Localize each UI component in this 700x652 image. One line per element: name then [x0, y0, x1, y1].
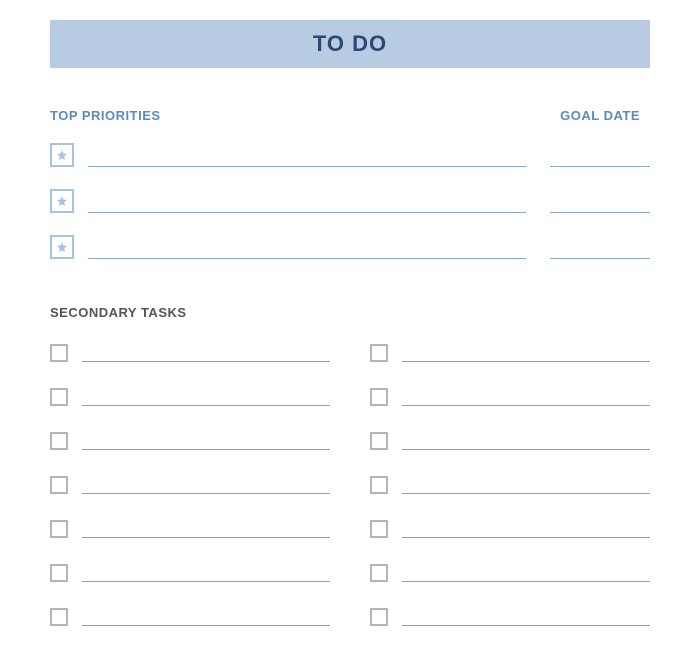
secondary-input-line[interactable]	[402, 606, 650, 626]
goal-date-input-line[interactable]	[550, 233, 650, 259]
secondary-row	[50, 430, 330, 450]
priority-input-line[interactable]	[88, 233, 526, 259]
priority-row	[50, 141, 650, 167]
secondary-input-line[interactable]	[402, 430, 650, 450]
secondary-row	[370, 518, 650, 538]
secondary-input-line[interactable]	[82, 562, 330, 582]
secondary-input-line[interactable]	[82, 430, 330, 450]
secondary-input-line[interactable]	[402, 342, 650, 362]
checkbox-icon[interactable]	[50, 476, 68, 494]
page-title: TO DO	[313, 31, 387, 57]
secondary-input-line[interactable]	[402, 518, 650, 538]
goal-date-heading: GOAL DATE	[560, 108, 650, 123]
secondary-tasks-grid	[50, 342, 650, 626]
secondary-input-line[interactable]	[82, 386, 330, 406]
secondary-input-line[interactable]	[82, 342, 330, 362]
secondary-row	[50, 342, 330, 362]
checkbox-icon[interactable]	[50, 520, 68, 538]
priority-row	[50, 233, 650, 259]
secondary-input-line[interactable]	[82, 518, 330, 538]
secondary-row	[370, 386, 650, 406]
secondary-left-column	[50, 342, 330, 626]
secondary-row	[50, 606, 330, 626]
priority-input-line[interactable]	[88, 141, 526, 167]
secondary-tasks-heading: SECONDARY TASKS	[50, 305, 650, 320]
secondary-row	[370, 342, 650, 362]
secondary-input-line[interactable]	[402, 562, 650, 582]
secondary-row	[370, 606, 650, 626]
secondary-input-line[interactable]	[402, 386, 650, 406]
checkbox-icon[interactable]	[50, 564, 68, 582]
checkbox-icon[interactable]	[50, 388, 68, 406]
secondary-row	[50, 562, 330, 582]
checkbox-icon[interactable]	[50, 344, 68, 362]
secondary-input-line[interactable]	[402, 474, 650, 494]
checkbox-icon[interactable]	[370, 520, 388, 538]
checkbox-icon[interactable]	[370, 564, 388, 582]
checkbox-icon[interactable]	[370, 344, 388, 362]
star-icon[interactable]	[50, 189, 74, 213]
checkbox-icon[interactable]	[370, 476, 388, 494]
goal-date-input-line[interactable]	[550, 141, 650, 167]
secondary-row	[50, 518, 330, 538]
top-priorities-heading: TOP PRIORITIES	[50, 108, 161, 123]
checkbox-icon[interactable]	[50, 608, 68, 626]
title-banner: TO DO	[50, 20, 650, 68]
secondary-input-line[interactable]	[82, 606, 330, 626]
star-icon[interactable]	[50, 235, 74, 259]
secondary-row	[50, 386, 330, 406]
priorities-header-row: TOP PRIORITIES GOAL DATE	[50, 108, 650, 123]
priority-row	[50, 187, 650, 213]
secondary-row	[50, 474, 330, 494]
checkbox-icon[interactable]	[50, 432, 68, 450]
secondary-row	[370, 430, 650, 450]
priority-input-line[interactable]	[88, 187, 526, 213]
priorities-list	[50, 141, 650, 259]
secondary-input-line[interactable]	[82, 474, 330, 494]
secondary-row	[370, 474, 650, 494]
secondary-row	[370, 562, 650, 582]
goal-date-input-line[interactable]	[550, 187, 650, 213]
checkbox-icon[interactable]	[370, 388, 388, 406]
secondary-right-column	[370, 342, 650, 626]
star-icon[interactable]	[50, 143, 74, 167]
checkbox-icon[interactable]	[370, 432, 388, 450]
checkbox-icon[interactable]	[370, 608, 388, 626]
